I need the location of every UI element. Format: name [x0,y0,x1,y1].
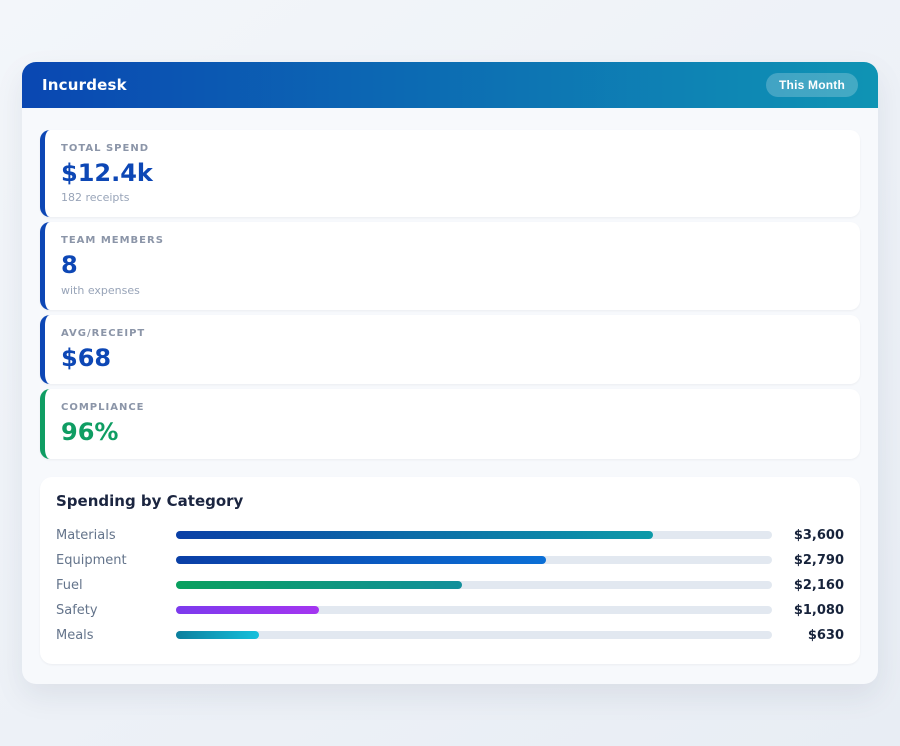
category-label: Materials [56,527,116,543]
bar-track [176,581,772,590]
bar-track [176,531,772,540]
category-label: Meals [56,627,94,643]
category-value: $2,790 [793,552,844,568]
bar-track [176,631,772,640]
stat-card-avg-receipt: AVG/RECEIPT $68 [40,314,860,385]
app-header: Incurdesk This Month [22,62,878,108]
dashboard-content: TOTAL SPEND $12.4k 182 receipts TEAM MEMBER… [22,108,878,684]
stat-value: 8 [61,251,78,280]
chart-row-fuel: Fuel $2,160 [56,573,844,598]
stat-label: AVG/RECEIPT [61,327,146,339]
bar-track [176,556,772,565]
stat-subtext: 182 receipts [61,191,130,205]
bar-track [176,606,772,615]
period-badge[interactable]: This Month [766,73,858,97]
category-label: Fuel [56,577,83,593]
category-value: $3,600 [793,527,844,543]
stat-cards: TOTAL SPEND $12.4k 182 receipts TEAM MEMBER… [40,130,860,459]
stat-label: TOTAL SPEND [61,143,149,154]
app-title: Incurdesk [42,76,127,94]
category-label: Safety [56,602,98,618]
bar-fill [176,531,653,540]
category-label: Equipment [56,552,127,568]
chart-rows: Materials $3,600 Equipment $2,790 Fuel $2,160… [56,523,844,648]
bar-fill [176,631,260,640]
stat-card-team-members: TEAM MEMBERS 8 with expenses [40,222,860,310]
spending-chart-card: Spending by Category Materials $3,600 Equi… [40,476,860,664]
bar-fill [176,556,546,565]
dashboard-panel: Incurdesk This Month TOTAL SPEND $12.4k 18… [22,62,878,684]
chart-row-equipment: Equipment $2,790 [56,548,844,573]
chart-row-safety: Safety $1,080 [56,598,844,623]
stat-value: $12.4k [61,159,153,187]
stat-card-compliance: COMPLIANCE 96% [40,389,860,459]
chart-row-materials: Materials $3,600 [56,523,844,548]
stat-label: COMPLIANCE [61,402,145,414]
stat-value: $68 [61,343,112,372]
category-value: $2,160 [793,577,844,593]
stat-label: TEAM MEMBERS [61,235,164,247]
bar-fill [176,606,320,615]
bar-fill [176,581,463,590]
category-value: $1,080 [793,602,844,618]
stat-value: 96% [61,418,119,447]
chart-row-meals: Meals $630 [56,623,844,648]
stat-card-total-spend: TOTAL SPEND $12.4k 182 receipts [40,130,860,218]
stat-subtext: with expenses [61,283,140,297]
chart-title: Spending by Category [56,491,244,510]
category-value: $630 [807,627,844,643]
